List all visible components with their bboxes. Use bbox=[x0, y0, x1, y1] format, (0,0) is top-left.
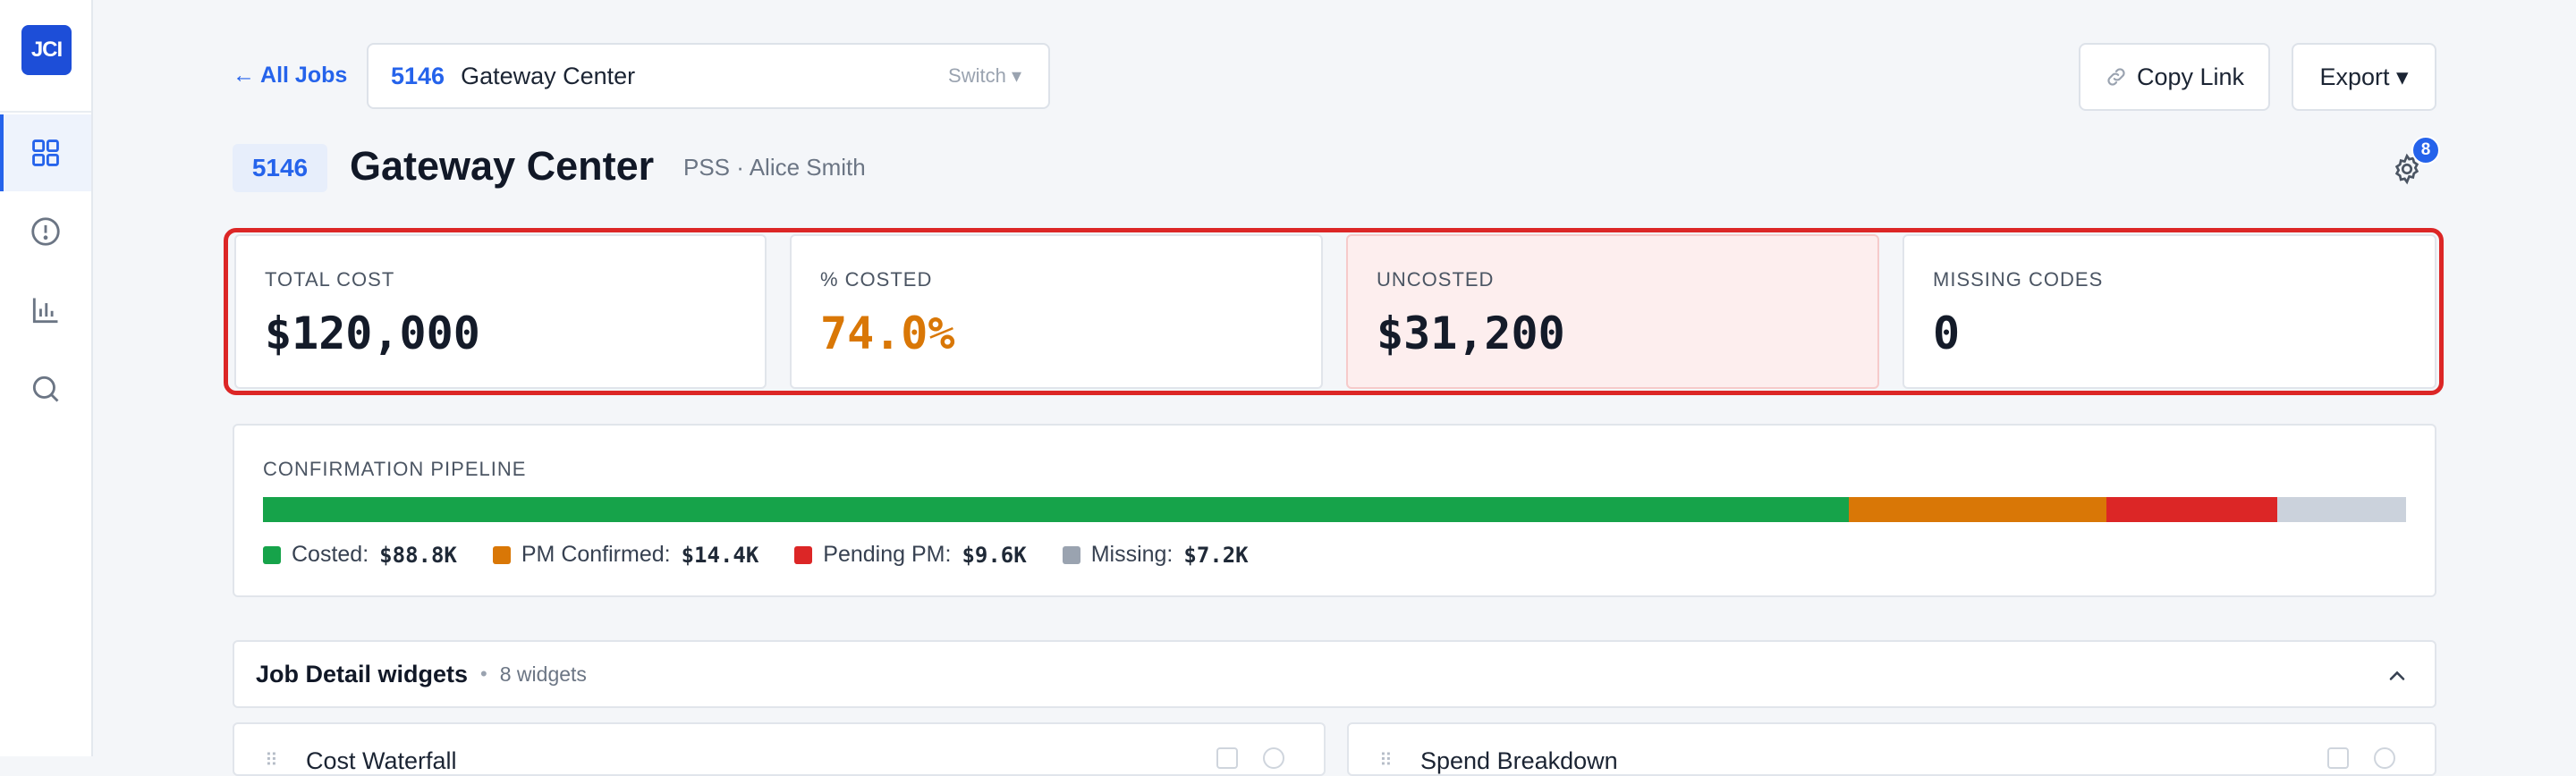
kpi-label: MISSING CODES bbox=[1933, 268, 2104, 291]
legend-label-pm-confirmed: PM Confirmed: bbox=[521, 542, 671, 567]
page-subtitle: PSS · Alice Smith bbox=[683, 154, 866, 181]
back-to-all-jobs-link[interactable]: ← All Jobs bbox=[233, 63, 347, 89]
legend-label-costed: Costed: bbox=[292, 542, 369, 567]
switch-job-dropdown[interactable]: Switch ▾ bbox=[948, 64, 1021, 88]
legend-label-missing: Missing: bbox=[1090, 542, 1174, 567]
kpi-total-cost: TOTAL COST $120,000 bbox=[234, 234, 767, 389]
pm-confirmed-swatch bbox=[492, 545, 511, 564]
drag-handle-icon[interactable]: ⠿ bbox=[265, 749, 278, 772]
job-switcher-number: 5146 bbox=[391, 62, 445, 89]
copy-link-button[interactable]: Copy Link bbox=[2079, 43, 2270, 111]
widgets-title: Job Detail widgets bbox=[256, 660, 469, 687]
chevron-up-icon[interactable] bbox=[2385, 663, 2410, 688]
kpi-value: 74.0% bbox=[820, 308, 955, 359]
pipeline-segment-missing bbox=[2277, 497, 2406, 522]
widget-title: Cost Waterfall bbox=[306, 747, 457, 774]
hide-widget-icon[interactable] bbox=[2374, 747, 2395, 769]
separator-dot: • bbox=[480, 662, 487, 685]
widget-card: ⠿ Cost Waterfall bbox=[233, 722, 1326, 776]
pipeline-segment-pending-pm bbox=[2106, 497, 2278, 522]
widget-title: Spend Breakdown bbox=[1420, 747, 1618, 774]
kpi-value: $31,200 bbox=[1377, 308, 1565, 359]
drag-handle-icon[interactable]: ⠿ bbox=[1379, 749, 1393, 772]
pipeline-segment-costed bbox=[263, 497, 1850, 522]
export-button[interactable]: Export ▾ bbox=[2292, 43, 2436, 111]
sidebar-item-reports[interactable] bbox=[0, 272, 91, 349]
hide-widget-icon[interactable] bbox=[1263, 747, 1284, 769]
link-icon bbox=[2107, 68, 2125, 86]
job-switcher-name: Gateway Center bbox=[461, 62, 636, 89]
alert-icon bbox=[31, 217, 60, 246]
job-switcher[interactable]: 5146 Gateway Center Switch ▾ bbox=[367, 43, 1050, 109]
chart-icon bbox=[32, 298, 58, 324]
kpi-value: $120,000 bbox=[265, 308, 480, 359]
kpi-value: 0 bbox=[1933, 308, 1961, 359]
widgets-count: 8 widgets bbox=[499, 662, 587, 686]
pending-pm-swatch bbox=[794, 545, 813, 564]
kpi-label: UNCOSTED bbox=[1377, 268, 1495, 291]
sidebar: JCI bbox=[0, 0, 93, 756]
kpi-label: TOTAL COST bbox=[265, 268, 395, 291]
app-logo[interactable]: JCI bbox=[21, 25, 72, 75]
confirmation-pipeline-card: CONFIRMATION PIPELINE Costed: $88.8K PM … bbox=[233, 424, 2436, 597]
table-view-icon[interactable] bbox=[2327, 747, 2349, 769]
pipeline-segment-pm-confirmed bbox=[1849, 497, 2106, 522]
widget-card: ⠿ Spend Breakdown bbox=[1347, 722, 2436, 776]
search-icon bbox=[32, 375, 59, 402]
kpi-uncosted: UNCOSTED $31,200 bbox=[1346, 234, 1879, 389]
job-detail-widgets-header[interactable]: Job Detail widgets • 8 widgets bbox=[233, 640, 2436, 708]
legend-value-costed: $88.8K bbox=[379, 542, 457, 568]
kpi-label: % COSTED bbox=[820, 268, 933, 291]
sidebar-item-dashboard[interactable] bbox=[0, 114, 91, 191]
table-view-icon[interactable] bbox=[1216, 747, 1238, 769]
pipeline-title: CONFIRMATION PIPELINE bbox=[263, 458, 527, 480]
copy-link-label: Copy Link bbox=[2136, 63, 2245, 90]
pipeline-progress-bar bbox=[263, 497, 2406, 522]
settings-count-badge: 8 bbox=[2411, 136, 2440, 164]
sidebar-item-alerts[interactable] bbox=[0, 193, 91, 270]
sidebar-divider bbox=[0, 111, 91, 113]
costed-swatch bbox=[263, 545, 281, 564]
dashboard-icon bbox=[32, 139, 59, 166]
page-title: Gateway Center bbox=[350, 143, 655, 189]
kpi-missing-codes: MISSING CODES 0 bbox=[1902, 234, 2436, 389]
legend-value-missing: $7.2K bbox=[1183, 542, 1249, 568]
legend-value-pending-pm: $9.6K bbox=[962, 542, 1027, 568]
legend-label-pending-pm: Pending PM: bbox=[823, 542, 952, 567]
export-label: Export ▾ bbox=[2319, 63, 2409, 90]
legend-value-pm-confirmed: $14.4K bbox=[681, 542, 759, 568]
kpi-percent-costed: % COSTED 74.0% bbox=[790, 234, 1323, 389]
missing-swatch bbox=[1062, 545, 1080, 564]
job-number-badge: 5146 bbox=[233, 144, 327, 192]
sidebar-item-search[interactable] bbox=[0, 350, 91, 427]
pipeline-legend: Costed: $88.8K PM Confirmed: $14.4K Pend… bbox=[263, 542, 1284, 568]
